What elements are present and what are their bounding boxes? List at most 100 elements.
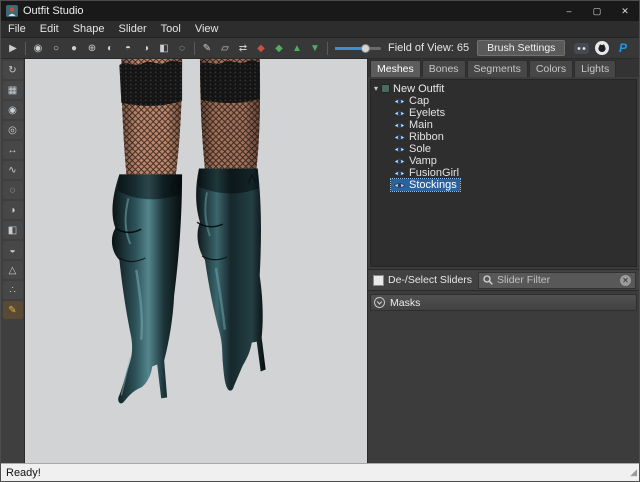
outfit-studio-window: Outfit Studio – ▢ ✕ File Edit Shape Slid… [0,0,640,482]
tree-item-label: Eyelets [409,107,445,119]
viewport-model [25,59,367,463]
visibility-eye-icon[interactable] [394,109,405,118]
chevron-down-icon[interactable] [374,297,385,308]
tab-colors[interactable]: Colors [529,60,573,77]
inflate-brush-icon[interactable]: ◉ [3,101,23,119]
visibility-eye-icon[interactable] [394,145,405,154]
visibility-eye-icon[interactable] [394,169,405,178]
expand-arrow-icon[interactable]: ▾ [374,84,378,93]
deflate-brush-icon[interactable]: ● [65,40,83,57]
undiff-brush-icon[interactable]: ◓ [119,40,137,57]
close-button[interactable]: ✕ [611,1,639,21]
content-area: ↻ ▦ ◉ ◎ ↔ ∿ ◌ ◑ ◧ ◒ △ ∴ ✎ [1,59,639,463]
menu-slider[interactable]: Slider [112,21,154,38]
move-brush-icon[interactable]: ⊕ [83,40,101,57]
inflate-brush-icon[interactable]: ○ [47,40,65,57]
tree-item-main[interactable]: Main [371,119,636,131]
sliders-bar: De-/Select Sliders ✕ [368,269,639,291]
menu-file[interactable]: File [1,21,33,38]
slider-filter-input[interactable] [497,274,616,286]
smooth-brush-icon[interactable]: ◐ [101,40,119,57]
pen-tool-icon[interactable]: ✎ [198,40,216,57]
conform-all-icon[interactable]: ◆ [270,40,288,57]
deselect-sliders-checkbox[interactable] [373,275,384,286]
menu-shape[interactable]: Shape [66,21,112,38]
tree-item-label: Sole [409,143,431,155]
field-of-view-slider[interactable] [335,47,381,50]
deselect-sliders-label: De-/Select Sliders [388,274,472,286]
masks-header[interactable]: Masks [370,294,637,311]
color-brush-icon[interactable]: ◧ [155,40,173,57]
discord-icon[interactable] [573,41,589,56]
visibility-eye-icon[interactable] [394,133,405,142]
color-brush-icon[interactable]: ◧ [3,221,23,239]
tree-item-eyelets[interactable]: Eyelets [371,107,636,119]
tree-item-stockings[interactable]: Stockings [371,179,636,191]
masks-label: Masks [390,297,420,309]
outfit-icon [381,84,390,93]
decrease-mesh-icon[interactable]: ▼ [306,40,324,57]
menu-edit[interactable]: Edit [33,21,66,38]
titlebar: Outfit Studio – ▢ ✕ [1,1,639,21]
tree-item-vamp[interactable]: Vamp [371,155,636,167]
vertex-tool-icon[interactable]: ∴ [3,281,23,299]
menubar: File Edit Shape Slider Tool View [1,21,639,38]
slider-thumb[interactable] [361,44,370,53]
increase-mesh-icon[interactable]: ▲ [288,40,306,57]
tree-item-label: Ribbon [409,131,444,143]
edge-tool-icon[interactable]: △ [3,261,23,279]
tab-segments[interactable]: Segments [467,60,528,77]
select-tool-icon[interactable]: ▶ [4,40,22,57]
meshes-tree: ▾ New Outfit Cap Eyelets [370,79,637,267]
tree-item-ribbon[interactable]: Ribbon [371,131,636,143]
tab-bones[interactable]: Bones [422,60,466,77]
maximize-button[interactable]: ▢ [583,1,611,21]
toolbar-separator [194,42,195,55]
visibility-eye-icon[interactable] [394,121,405,130]
mask-brush-icon[interactable]: ▦ [3,81,23,99]
left-toolbar: ↻ ▦ ◉ ◎ ↔ ∿ ◌ ◑ ◧ ◒ △ ∴ ✎ [1,59,25,463]
visibility-eye-icon[interactable] [394,157,405,166]
xmirror-toggle-icon[interactable]: ⇄ [234,40,252,57]
move-brush-icon[interactable]: ↔ [3,141,23,159]
pose-tool-icon[interactable]: ✎ [3,301,23,319]
alpha-brush-icon[interactable]: ◌ [173,40,191,57]
menu-tool[interactable]: Tool [154,21,188,38]
minimize-button[interactable]: – [555,1,583,21]
resize-grip[interactable]: ◢ [630,467,637,478]
search-icon [483,275,493,285]
app-icon [6,5,18,17]
github-icon[interactable] [594,41,610,56]
weight-brush-icon[interactable]: ◑ [137,40,155,57]
panel-tabs: Meshes Bones Segments Colors Lights [368,59,639,77]
tree-item-label: Stockings [409,179,457,191]
weight-brush-icon[interactable]: ◑ [3,201,23,219]
tree-root-label: New Outfit [393,83,444,95]
undiff-brush-icon[interactable]: ◌ [3,181,23,199]
mask-brush-icon[interactable]: ◉ [29,40,47,57]
eraser-tool-icon[interactable]: ▱ [216,40,234,57]
visibility-eye-icon[interactable] [394,181,405,190]
conform-shape-icon[interactable]: ◆ [252,40,270,57]
brush-settings-button[interactable]: Brush Settings [477,40,565,56]
tree-root-new-outfit[interactable]: ▾ New Outfit [371,82,636,95]
viewport-3d[interactable] [25,59,367,463]
tree-item-cap[interactable]: Cap [371,95,636,107]
deflate-brush-icon[interactable]: ◎ [3,121,23,139]
tab-lights[interactable]: Lights [574,60,616,77]
panel-empty-area [368,314,639,463]
tree-item-fusiongirl[interactable]: FusionGirl [371,167,636,179]
tab-meshes[interactable]: Meshes [370,60,421,77]
alpha-brush-icon[interactable]: ◒ [3,241,23,259]
paypal-icon[interactable]: P [615,41,631,56]
smooth-brush-icon[interactable]: ∿ [3,161,23,179]
clear-filter-icon[interactable]: ✕ [620,275,631,286]
tree-item-label: Vamp [409,155,437,167]
menu-view[interactable]: View [188,21,226,38]
window-title: Outfit Studio [23,5,84,17]
rotate-view-icon[interactable]: ↻ [3,61,23,79]
slider-fill [335,47,363,50]
field-of-view-label: Field of View: 65 [388,42,469,54]
visibility-eye-icon[interactable] [394,97,405,106]
tree-item-sole[interactable]: Sole [371,143,636,155]
